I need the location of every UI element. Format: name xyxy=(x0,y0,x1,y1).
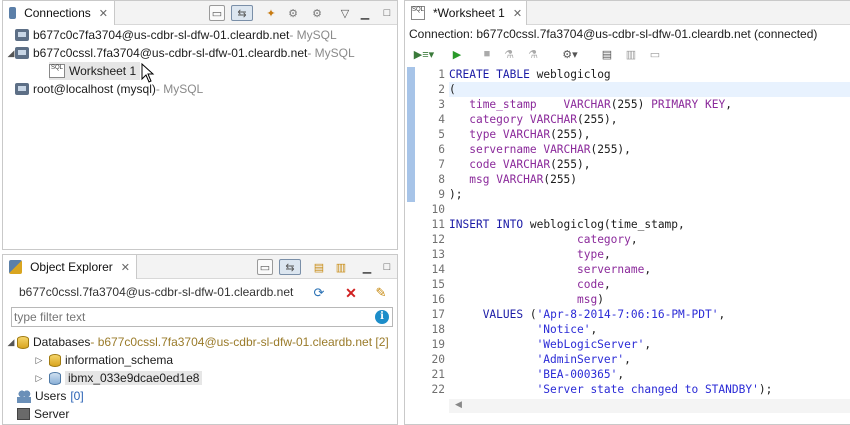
stop-icon[interactable]: ■ xyxy=(479,46,495,62)
maximize-icon[interactable]: □ xyxy=(379,259,395,275)
collapsed-icon[interactable]: ▷ xyxy=(33,373,45,384)
users-count: [0] xyxy=(70,389,84,403)
autocommit-dropdown-icon[interactable]: ⚙▾ xyxy=(555,46,585,62)
connections-panel: Connections ✕ ▭ ⇆ ✦ ⚙ ⚙ ▽ ▁ □ b677c0c7fa… xyxy=(2,0,398,250)
databases-node[interactable]: ◢ Databases - b677c0cssl.7fa3704@us-cdbr… xyxy=(5,333,389,351)
connection-item[interactable]: root@localhost (mysql) - MySQL xyxy=(15,80,203,98)
connection-name: b677c0cssl.7fa3704@us-cdbr-sl-dfw-01.cle… xyxy=(33,46,308,60)
database-name: ibmx_033e9dcae0ed1e8 xyxy=(65,371,203,385)
collapse-all-icon[interactable]: ▭ xyxy=(209,5,225,21)
filter-box: i xyxy=(11,307,393,327)
connection-name: b677c0c7fa3704@us-cdbr-sl-dfw-01.cleardb… xyxy=(33,28,290,42)
minimize-icon[interactable]: ▁ xyxy=(357,5,373,21)
users-label: Users xyxy=(35,389,67,403)
scroll-left-icon[interactable]: ◀ xyxy=(455,399,462,410)
object-explorer-tabbar: Object Explorer ✕ ▭ ⇆ ▤ ▥ ▁ □ xyxy=(3,255,397,279)
delete-icon[interactable]: ✕ xyxy=(343,285,359,301)
run-icon[interactable]: ▶ xyxy=(449,46,465,62)
server-node[interactable]: Server xyxy=(17,405,69,423)
worksheet-item[interactable]: SQL Worksheet 1 xyxy=(49,62,141,80)
editor-toolbar: ▶≡▾ ▶ ■ ⚗ ⚗ ⚙▾ ▤ ▥ ▭ xyxy=(405,43,850,65)
connection-icon xyxy=(15,29,29,41)
database-icon[interactable]: ▥ xyxy=(333,259,349,275)
close-icon[interactable]: ✕ xyxy=(513,7,522,20)
users-icon xyxy=(17,389,31,403)
object-explorer-panel: Object Explorer ✕ ▭ ⇆ ▤ ▥ ▁ □ b677c0cssl… xyxy=(2,254,398,425)
rollback-icon[interactable]: ⚗ xyxy=(525,46,541,62)
object-explorer-tab-label: Object Explorer xyxy=(30,260,113,274)
layout-horizontal-icon[interactable]: ▤ xyxy=(599,46,615,62)
connection-icon xyxy=(15,83,29,95)
refresh-icon[interactable]: ⟳ xyxy=(311,285,327,301)
view-menu-icon[interactable]: ▽ xyxy=(337,5,353,21)
commit-icon[interactable]: ⚗ xyxy=(501,46,517,62)
connection-item[interactable]: b677c0c7fa3704@us-cdbr-sl-dfw-01.cleardb… xyxy=(15,26,337,44)
edit-icon[interactable]: ✎ xyxy=(373,285,389,301)
disconnect-icon[interactable]: ⚙ xyxy=(309,5,325,21)
users-node[interactable]: Users [0] xyxy=(17,387,84,405)
minimize-icon[interactable]: ▁ xyxy=(359,259,375,275)
close-icon[interactable]: ✕ xyxy=(121,261,130,274)
filter-input[interactable] xyxy=(14,309,364,325)
sql-editor[interactable]: 1 CREATE TABLE weblogiclog 2( 3 time_stam… xyxy=(405,67,850,397)
database-item[interactable]: ▷ information_schema xyxy=(33,351,174,369)
connection-type: - MySQL xyxy=(289,28,337,42)
object-explorer-icon xyxy=(9,260,23,274)
new-connection-icon[interactable]: ✦ xyxy=(263,5,279,21)
link-with-editor-icon[interactable]: ⇆ xyxy=(231,5,253,21)
server-label: Server xyxy=(34,407,70,421)
connection-label: b677c0cssl.7fa3704@us-cdbr-sl-dfw-01.cle… xyxy=(19,285,294,299)
databases-label: Databases xyxy=(33,335,91,349)
connection-icon xyxy=(15,47,29,59)
connection-name: root@localhost (mysql) xyxy=(33,82,156,96)
tab-worksheet[interactable]: SQL *Worksheet 1 ✕ xyxy=(405,1,527,25)
object-explorer-connection: b677c0cssl.7fa3704@us-cdbr-sl-dfw-01.cle… xyxy=(19,283,293,301)
info-icon[interactable]: i xyxy=(375,310,389,324)
execute-dropdown-icon[interactable]: ▶≡▾ xyxy=(409,46,439,62)
collapsed-icon[interactable]: ▷ xyxy=(33,355,45,366)
database-item[interactable]: ▷ ibmx_033e9dcae0ed1e8 xyxy=(33,369,203,387)
database-icon xyxy=(49,353,61,367)
layout-vertical-icon[interactable]: ▥ xyxy=(623,46,639,62)
worksheet-tabbar: SQL *Worksheet 1 ✕ xyxy=(405,1,850,25)
sql-worksheet-icon: SQL xyxy=(411,6,426,20)
layout-single-icon[interactable]: ▭ xyxy=(647,46,663,62)
database-name: information_schema xyxy=(65,353,174,367)
filter-icon[interactable]: ▤ xyxy=(311,259,327,275)
properties-icon[interactable]: ⚙ xyxy=(285,5,301,21)
databases-suffix: - b677c0cssl.7fa3704@us-cdbr-sl-dfw-01.c… xyxy=(90,335,389,349)
connections-tabbar: Connections ✕ ▭ ⇆ ✦ ⚙ ⚙ ▽ ▁ □ xyxy=(3,1,397,25)
connection-type: - MySQL xyxy=(155,82,204,96)
maximize-icon[interactable]: □ xyxy=(379,5,395,21)
server-icon xyxy=(17,408,30,420)
worksheet-panel: SQL *Worksheet 1 ✕ Connection: b677c0css… xyxy=(404,0,850,425)
close-icon[interactable]: ✕ xyxy=(99,7,108,20)
connections-tab-label: Connections xyxy=(24,6,91,20)
database-icon xyxy=(49,371,61,385)
worksheet-name: Worksheet 1 xyxy=(69,64,137,78)
tab-connections[interactable]: Connections ✕ xyxy=(3,1,115,25)
connection-status: Connection: b677c0cssl.7fa3704@us-cdbr-s… xyxy=(409,27,818,41)
horizontal-scrollbar[interactable]: ◀ xyxy=(449,399,850,413)
current-line-highlight xyxy=(449,82,850,97)
connections-icon xyxy=(9,7,17,19)
sql-worksheet-icon: SQL xyxy=(49,64,65,78)
connection-type: - MySQL xyxy=(307,46,355,60)
databases-icon xyxy=(17,335,29,349)
connection-item[interactable]: ◢ b677c0cssl.7fa3704@us-cdbr-sl-dfw-01.c… xyxy=(5,44,355,62)
worksheet-tab-label: *Worksheet 1 xyxy=(433,6,505,20)
tab-object-explorer[interactable]: Object Explorer ✕ xyxy=(3,255,137,279)
expanded-icon[interactable]: ◢ xyxy=(5,337,17,348)
link-with-editor-icon[interactable]: ⇆ xyxy=(279,259,301,275)
collapse-all-icon[interactable]: ▭ xyxy=(257,259,273,275)
